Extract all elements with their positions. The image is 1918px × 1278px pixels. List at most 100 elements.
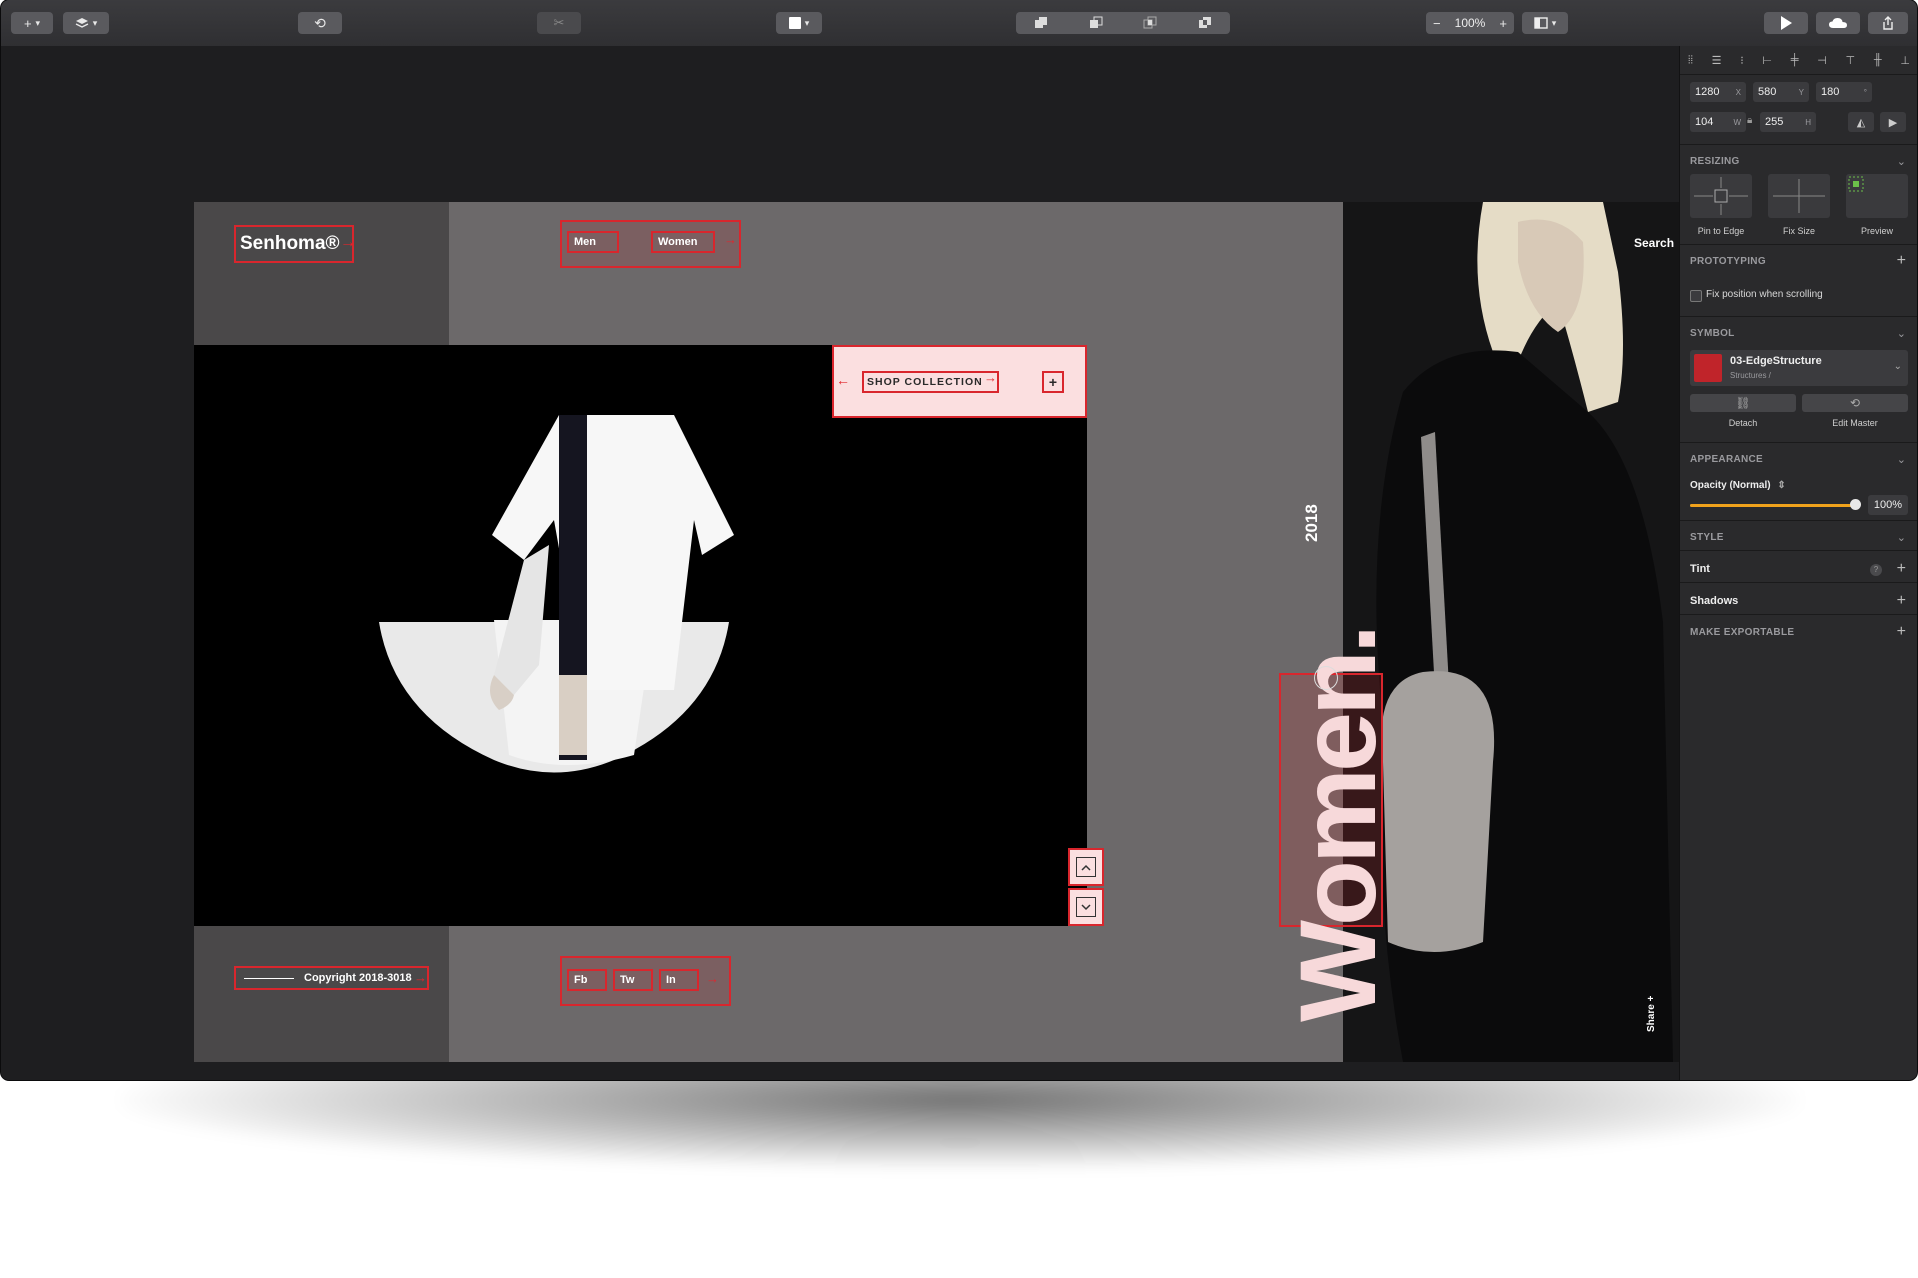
search-link[interactable]: Search bbox=[1634, 236, 1674, 250]
shop-collection-block[interactable]: ← SHOP COLLECTION → + bbox=[832, 345, 1087, 418]
divider bbox=[1680, 144, 1917, 145]
help-icon[interactable]: ? bbox=[1870, 564, 1882, 576]
social-in[interactable]: In bbox=[660, 970, 698, 990]
opacity-field[interactable]: 100% bbox=[1868, 495, 1908, 515]
square-icon bbox=[788, 17, 801, 29]
height-value: 255 bbox=[1765, 116, 1784, 128]
width-field[interactable]: 104 W bbox=[1690, 112, 1746, 132]
rotation-field[interactable]: 180 ° bbox=[1816, 82, 1872, 102]
opacity-slider-knob[interactable] bbox=[1850, 499, 1861, 510]
align-left-icon[interactable]: ⊢ bbox=[1762, 54, 1772, 67]
share-button[interactable] bbox=[1868, 12, 1908, 34]
chevron-down-icon[interactable]: ⌄ bbox=[1897, 453, 1906, 466]
social-tw[interactable]: Tw bbox=[614, 970, 652, 990]
height-field[interactable]: 255 H bbox=[1760, 112, 1816, 132]
chevron-down-icon bbox=[1076, 897, 1096, 917]
insert-button[interactable]: + ▾ bbox=[11, 12, 53, 34]
distribute-vertical-icon[interactable]: ☰ bbox=[1712, 54, 1722, 67]
arrow-right-icon: → bbox=[984, 370, 997, 385]
align-bottom-icon[interactable]: ⊥ bbox=[1900, 54, 1910, 67]
chevron-down-icon: ▾ bbox=[1551, 17, 1557, 28]
shop-plus-button[interactable]: + bbox=[1042, 371, 1064, 393]
add-tint-icon[interactable]: + bbox=[1897, 561, 1906, 577]
x-value: 1280 bbox=[1695, 86, 1720, 98]
shape-fill-button[interactable]: ▾ bbox=[776, 12, 822, 34]
zoom-in-icon[interactable]: + bbox=[1499, 16, 1507, 31]
refresh-icon: ⟲ bbox=[314, 14, 326, 31]
opacity-label[interactable]: Opacity (Normal) ⇕ bbox=[1690, 480, 1786, 491]
lock-icon[interactable]: 🔒︎ bbox=[1747, 115, 1752, 126]
scissors-icon: ✂ bbox=[553, 15, 565, 30]
align-right-icon[interactable]: ⊣ bbox=[1817, 54, 1827, 67]
align-center-icon[interactable]: ╪ bbox=[1791, 54, 1799, 66]
width-value: 104 bbox=[1695, 116, 1714, 128]
shop-collection-button[interactable]: SHOP COLLECTION bbox=[862, 371, 999, 393]
edit-master-button[interactable]: ⟲ bbox=[1802, 394, 1908, 412]
plus-icon: + bbox=[23, 15, 32, 31]
opacity-label-text: Opacity (Normal) bbox=[1690, 480, 1771, 491]
flip-horizontal-icon[interactable]: ◭ bbox=[1848, 112, 1874, 132]
headline-text: Women. bbox=[1277, 627, 1398, 1022]
artboard[interactable]: Senhoma® → Men Women → ← SHOP COLLECTION… bbox=[194, 202, 1680, 1062]
x-field[interactable]: 1280 X bbox=[1690, 82, 1746, 102]
y-field[interactable]: 580 Y bbox=[1753, 82, 1809, 102]
divider bbox=[1680, 316, 1917, 317]
nav-item-men[interactable]: Men bbox=[568, 232, 618, 252]
slide-up-button[interactable] bbox=[1068, 848, 1104, 886]
opacity-slider-fill bbox=[1690, 504, 1856, 507]
view-button[interactable]: ▾ bbox=[1522, 12, 1568, 34]
toolbar: + ▾ ▾ ⟲ ✂ ▾ − 100% + ▾ bbox=[1, 0, 1917, 47]
opacity-slider[interactable] bbox=[1690, 498, 1861, 512]
add-export-icon[interactable]: + bbox=[1897, 624, 1906, 640]
align-top-icon[interactable]: ⊤ bbox=[1846, 54, 1856, 67]
align-middle-icon[interactable]: ╫ bbox=[1874, 54, 1882, 66]
scissors-button[interactable]: ✂ bbox=[537, 12, 581, 34]
difference-icon[interactable] bbox=[1198, 16, 1212, 30]
subtract-icon[interactable] bbox=[1089, 16, 1103, 30]
symbol-selector[interactable]: 03-EdgeStructure Structures / ⌄ bbox=[1690, 350, 1908, 386]
chevron-down-icon[interactable]: ⌄ bbox=[1897, 155, 1906, 168]
cloud-button[interactable] bbox=[1816, 12, 1860, 34]
fix-position-checkbox[interactable] bbox=[1690, 290, 1702, 302]
distribute-horizontal-icon[interactable]: ⦙⦙ bbox=[1688, 54, 1693, 67]
dress-image bbox=[379, 415, 734, 773]
flip-vertical-icon[interactable]: ▶ bbox=[1880, 112, 1906, 132]
fix-position-label: Fix position when scrolling bbox=[1706, 289, 1823, 300]
add-shadow-icon[interactable]: + bbox=[1897, 593, 1906, 609]
union-icon[interactable] bbox=[1034, 16, 1048, 30]
intersect-icon[interactable] bbox=[1143, 16, 1157, 30]
divider bbox=[1680, 614, 1917, 615]
logo[interactable]: Senhoma® bbox=[234, 225, 354, 263]
slide-down-button[interactable] bbox=[1068, 888, 1104, 926]
add-prototype-icon[interactable]: + bbox=[1897, 253, 1906, 269]
create-symbol-button[interactable]: ▾ bbox=[63, 12, 109, 34]
detach-button[interactable]: ⛓︎ bbox=[1690, 394, 1796, 412]
tidy-icon[interactable]: ⁝ bbox=[1740, 54, 1744, 67]
rotation-label: ° bbox=[1863, 87, 1867, 97]
sync-button[interactable]: ⟲ bbox=[298, 12, 342, 34]
opacity-value: 100% bbox=[1873, 499, 1903, 511]
canvas[interactable]: Senhoma® → Men Women → ← SHOP COLLECTION… bbox=[1, 46, 1680, 1080]
chevron-down-icon[interactable]: ⌄ bbox=[1897, 531, 1906, 544]
fix-size-widget[interactable] bbox=[1768, 174, 1830, 218]
chevron-down-icon[interactable]: ⌄ bbox=[1897, 327, 1906, 340]
pin-to-edge-label: Pin to Edge bbox=[1697, 226, 1745, 236]
fix-size-icon bbox=[1773, 179, 1825, 213]
social-fb[interactable]: Fb bbox=[568, 970, 606, 990]
share-link[interactable]: Share + bbox=[1646, 972, 1662, 1032]
nav-item-women[interactable]: Women bbox=[652, 232, 714, 252]
make-exportable-title: MAKE EXPORTABLE bbox=[1690, 627, 1795, 638]
pin-to-edge-widget[interactable] bbox=[1690, 174, 1752, 218]
preview-widget[interactable] bbox=[1846, 174, 1908, 218]
detach-label: Detach bbox=[1728, 418, 1758, 428]
headline[interactable]: Women. bbox=[1277, 562, 1424, 1022]
width-label: W bbox=[1733, 117, 1741, 127]
fix-size-label: Fix Size bbox=[1782, 226, 1815, 236]
chevron-down-icon: ▾ bbox=[804, 17, 810, 28]
zoom-out-icon[interactable]: − bbox=[1433, 16, 1441, 31]
height-label: H bbox=[1805, 117, 1811, 127]
preview-button[interactable] bbox=[1764, 12, 1808, 34]
x-label: X bbox=[1735, 87, 1741, 97]
play-icon bbox=[1780, 16, 1792, 30]
rotate-handle-icon[interactable] bbox=[1314, 666, 1338, 690]
